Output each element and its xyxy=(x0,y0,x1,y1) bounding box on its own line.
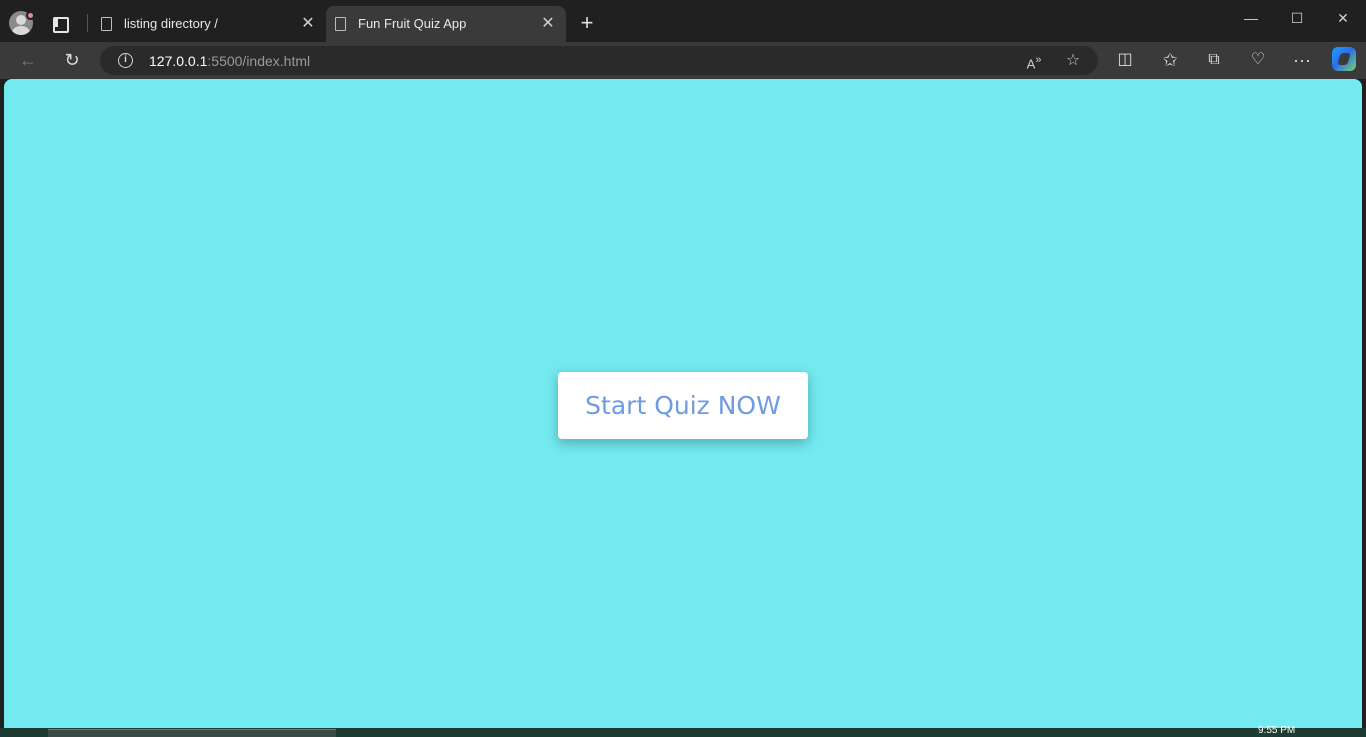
page-viewport: Start Quiz NOW xyxy=(4,79,1362,728)
back-arrow-icon[interactable]: ← xyxy=(13,45,43,75)
split-screen-icon[interactable]: ◫ xyxy=(1110,45,1140,75)
taskbar-clock: 9:55 PM xyxy=(1258,725,1296,736)
close-tab-icon[interactable]: ✕ xyxy=(298,14,318,34)
favorite-star-icon[interactable]: ☆ xyxy=(1059,46,1087,75)
tab-title: Fun Fruit Quiz App xyxy=(358,16,467,31)
read-aloud-icon[interactable]: A» xyxy=(1020,46,1048,75)
taskbar-app-button[interactable] xyxy=(48,729,336,737)
maximize-button[interactable]: ☐ xyxy=(1274,6,1320,30)
page-icon xyxy=(101,17,112,31)
taskbar: 9:55 PM xyxy=(0,725,1366,737)
browser-essentials-icon[interactable]: ♡ xyxy=(1243,45,1273,75)
tab-fun-fruit-quiz[interactable]: Fun Fruit Quiz App ✕ xyxy=(326,6,566,42)
close-tab-icon[interactable]: ✕ xyxy=(538,14,558,34)
site-info-icon[interactable]: i xyxy=(118,53,133,68)
minimize-button[interactable]: — xyxy=(1228,6,1274,30)
url-host: 127.0.0.1 xyxy=(149,53,208,69)
new-tab-plus-icon[interactable]: + xyxy=(576,12,598,34)
tab-actions-icon[interactable] xyxy=(50,14,69,33)
copilot-icon[interactable] xyxy=(1332,47,1356,71)
tab-separator xyxy=(87,14,88,32)
favorites-icon[interactable]: ✩ xyxy=(1155,45,1185,75)
collections-icon[interactable]: ⧉ xyxy=(1199,45,1229,75)
tab-title: listing directory / xyxy=(124,16,218,31)
refresh-icon[interactable]: ↻ xyxy=(57,45,87,75)
tab-strip: listing directory / ✕ Fun Fruit Quiz App… xyxy=(0,0,1366,42)
profile-notification-dot xyxy=(26,11,35,20)
more-options-icon[interactable]: ··· xyxy=(1287,45,1317,75)
page-icon xyxy=(335,17,346,31)
browser-toolbar: ← ↻ i 127.0.0.1:5500/index.html A» ☆ ◫ ✩… xyxy=(0,42,1366,79)
start-quiz-button[interactable]: Start Quiz NOW xyxy=(558,372,808,439)
url-path: :5500/index.html xyxy=(207,53,311,69)
tab-listing-directory[interactable]: listing directory / ✕ xyxy=(92,6,326,42)
address-bar[interactable]: i 127.0.0.1:5500/index.html A» ☆ xyxy=(100,46,1098,75)
close-window-button[interactable]: ✕ xyxy=(1320,6,1366,30)
url-text[interactable]: 127.0.0.1:5500/index.html xyxy=(149,53,310,69)
